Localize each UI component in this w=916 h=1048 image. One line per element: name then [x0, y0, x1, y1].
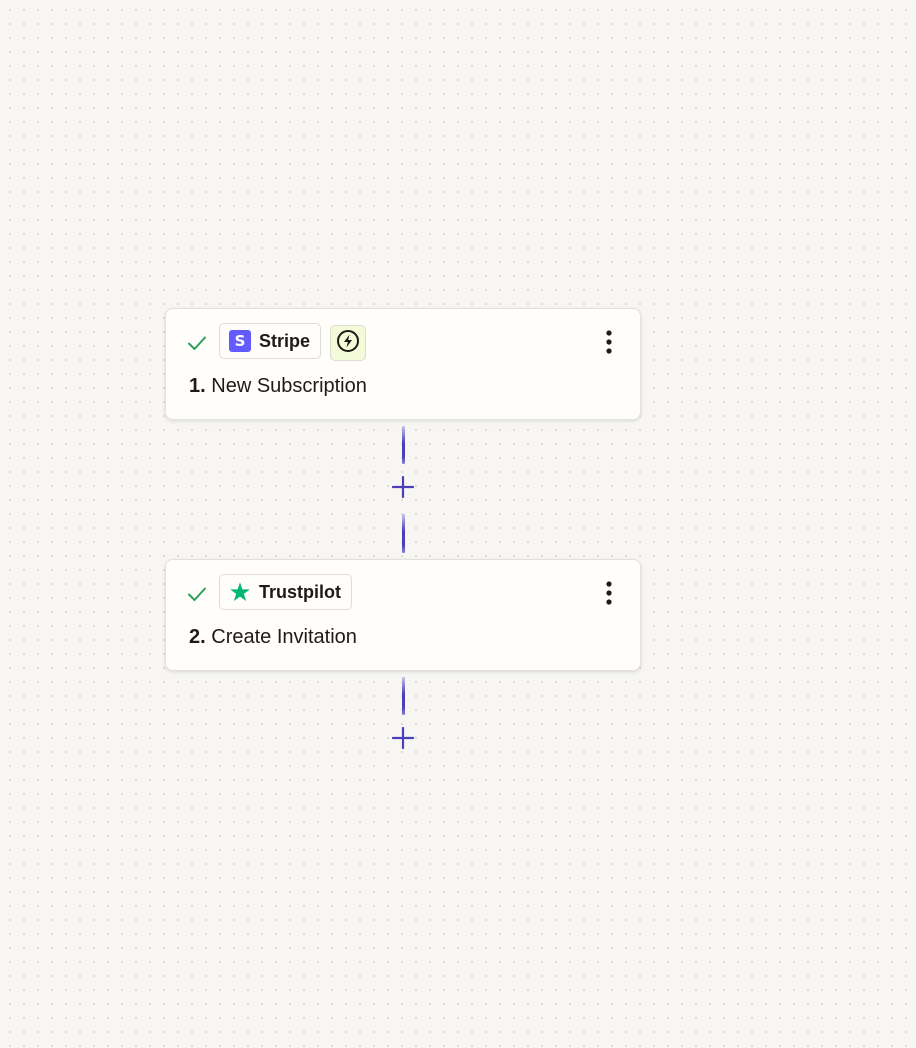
connector-line [402, 514, 405, 553]
step-name: New Subscription [211, 375, 367, 397]
trustpilot-star-icon [229, 581, 251, 603]
stripe-logo-icon: S [229, 330, 251, 352]
step-number: 1. [189, 375, 206, 397]
step-menu-button[interactable] [594, 329, 624, 359]
step-card-action[interactable]: Trustpilot 2. Create Invitation [165, 559, 641, 671]
step-title: 2. Create Invitation [189, 626, 357, 649]
app-chip-stripe[interactable]: S Stripe [219, 323, 322, 359]
more-vertical-icon [605, 580, 613, 611]
app-name: Stripe [259, 330, 311, 351]
checkmark-icon [186, 332, 208, 354]
plus-icon [391, 726, 415, 754]
checkmark-icon [186, 583, 208, 605]
lightning-bolt-icon [335, 328, 361, 359]
more-vertical-icon [605, 329, 613, 360]
step-name: Create Invitation [211, 626, 357, 648]
app-name: Trustpilot [259, 581, 341, 602]
step-number: 2. [189, 626, 206, 648]
add-step-button[interactable] [390, 475, 416, 503]
connector-line [402, 677, 405, 715]
plus-icon [391, 475, 415, 503]
step-title: 1. New Subscription [189, 375, 367, 398]
connector-line [402, 426, 405, 464]
step-menu-button[interactable] [594, 580, 624, 610]
instant-trigger-badge[interactable] [330, 325, 366, 361]
workflow-canvas[interactable]: S Stripe 1. New Subscription Trustpilot … [0, 0, 916, 1048]
app-chip-trustpilot[interactable]: Trustpilot [219, 574, 352, 610]
step-card-trigger[interactable]: S Stripe 1. New Subscription [165, 308, 641, 420]
add-step-button[interactable] [390, 726, 416, 754]
